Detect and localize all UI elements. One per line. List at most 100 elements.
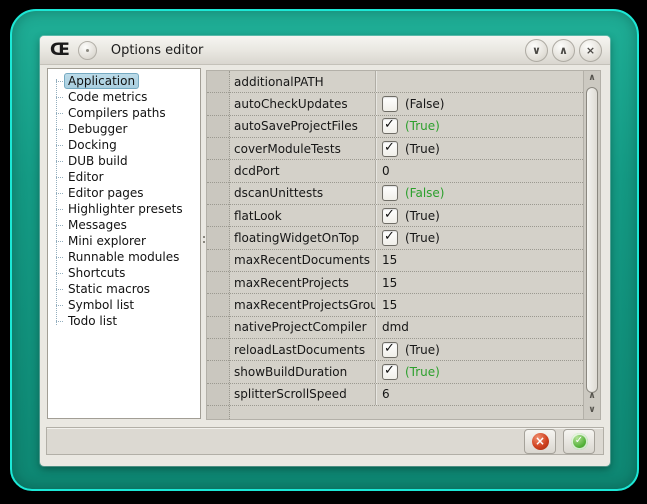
sidebar-item[interactable]: Runnable modules [48, 249, 200, 265]
property-value-text: 15 [382, 276, 397, 290]
property-row[interactable]: maxRecentDocuments 15 [207, 250, 583, 272]
sidebar-item[interactable]: Docking [48, 137, 200, 153]
scrollbar-thumb[interactable] [586, 87, 598, 393]
property-name: maxRecentDocuments [230, 253, 375, 267]
sidebar-item-label: Compilers paths [65, 106, 169, 120]
property-grid: additionalPATH autoCheckUpdates (False) … [206, 70, 601, 420]
sidebar-item[interactable]: Highlighter presets [48, 201, 200, 217]
checkbox[interactable] [382, 208, 398, 224]
checkbox[interactable] [382, 185, 398, 201]
property-row[interactable]: coverModuleTests (True) [207, 138, 583, 160]
property-value-text: 6 [382, 387, 390, 401]
options-editor-window: Œ Options editor ∨ ∧ × Application Code … [40, 36, 610, 466]
ok-button[interactable]: ✓ [563, 429, 595, 454]
property-value-text: 15 [382, 253, 397, 267]
checkbox[interactable] [382, 342, 398, 358]
sidebar-item[interactable]: Todo list [48, 313, 200, 329]
property-row[interactable]: autoSaveProjectFiles (True) [207, 116, 583, 138]
scroll-up-button[interactable]: ∧ [584, 71, 600, 85]
checkbox[interactable] [382, 230, 398, 246]
scrollbar-bottom-buttons: ∧ ∨ [584, 389, 600, 417]
property-value: (False) [376, 96, 583, 112]
property-row[interactable]: dcdPort 0 [207, 160, 583, 182]
property-name: floatingWidgetOnTop [230, 231, 375, 245]
property-name: additionalPATH [230, 75, 375, 89]
property-rows: additionalPATH autoCheckUpdates (False) … [207, 71, 583, 406]
property-row[interactable]: splitterScrollSpeed 6 [207, 384, 583, 406]
sidebar-item[interactable]: DUB build [48, 153, 200, 169]
property-value-text: (False) [405, 97, 445, 111]
property-name: maxRecentProjectsGrou [230, 298, 375, 312]
sidebar-item[interactable]: Application [48, 73, 200, 89]
property-value: 6 [376, 387, 583, 401]
sidebar-item[interactable]: Mini explorer [48, 233, 200, 249]
sidebar-item[interactable]: Debugger [48, 121, 200, 137]
property-row[interactable]: autoCheckUpdates (False) [207, 93, 583, 115]
sidebar-item-label: DUB build [65, 154, 131, 168]
property-row[interactable]: maxRecentProjects 15 [207, 272, 583, 294]
scroll-down-button[interactable]: ∨ [584, 403, 600, 417]
sidebar-item[interactable]: Code metrics [48, 89, 200, 105]
property-row[interactable]: nativeProjectCompiler dmd [207, 317, 583, 339]
property-value: dmd [376, 320, 583, 334]
property-value-text: (True) [405, 209, 440, 223]
sidebar-list: Application Code metrics Compilers paths… [48, 73, 200, 329]
sidebar-item[interactable]: Static macros [48, 281, 200, 297]
property-name: dcdPort [230, 164, 375, 178]
sidebar-item[interactable]: Compilers paths [48, 105, 200, 121]
property-row[interactable]: additionalPATH [207, 71, 583, 93]
property-name: autoCheckUpdates [230, 97, 375, 111]
property-row[interactable]: showBuildDuration (True) [207, 361, 583, 383]
sidebar-item[interactable]: Shortcuts [48, 265, 200, 281]
property-value: (True) [376, 141, 583, 157]
property-value-text: (True) [405, 365, 440, 379]
property-row[interactable]: reloadLastDocuments (True) [207, 339, 583, 361]
property-value-text: 15 [382, 298, 397, 312]
sidebar-item-label: Application [64, 73, 139, 89]
sidebar-item-label: Runnable modules [65, 250, 182, 264]
property-row[interactable]: flatLook (True) [207, 205, 583, 227]
maximize-button[interactable]: ∧ [552, 39, 575, 62]
checkbox[interactable] [382, 364, 398, 380]
minimize-button[interactable]: ∨ [525, 39, 548, 62]
chevron-down-icon: ∨ [532, 45, 541, 56]
vertical-scrollbar[interactable]: ∧ ∧ ∨ [583, 71, 600, 419]
property-value: (True) [376, 208, 583, 224]
property-row[interactable]: dscanUnittests (False) [207, 183, 583, 205]
checkbox[interactable] [382, 96, 398, 112]
sidebar-item-label: Code metrics [65, 90, 150, 104]
ok-icon: ✓ [571, 433, 588, 450]
property-value-text: (True) [405, 119, 440, 133]
property-row[interactable]: maxRecentProjectsGrou 15 [207, 294, 583, 316]
checkbox[interactable] [382, 118, 398, 134]
sidebar-item-label: Mini explorer [65, 234, 149, 248]
chevron-up-icon: ∧ [559, 45, 568, 56]
titlebar: Œ Options editor ∨ ∧ × [40, 36, 610, 65]
property-value: (False) [376, 185, 583, 201]
property-name: maxRecentProjects [230, 276, 375, 290]
sidebar-item[interactable]: Messages [48, 217, 200, 233]
property-name: splitterScrollSpeed [230, 387, 375, 401]
property-row[interactable]: floatingWidgetOnTop (True) [207, 227, 583, 249]
cancel-button[interactable]: × [524, 429, 556, 454]
sidebar-item-label: Messages [65, 218, 130, 232]
sidebar-item[interactable]: Editor pages [48, 185, 200, 201]
checkbox[interactable] [382, 141, 398, 157]
sidebar-item-label: Docking [65, 138, 120, 152]
sidebar-item-label: Todo list [65, 314, 120, 328]
sidebar-item[interactable]: Editor [48, 169, 200, 185]
property-value: (True) [376, 364, 583, 380]
window-menu-button[interactable] [78, 41, 97, 60]
close-button[interactable]: × [579, 39, 602, 62]
property-value-text: 0 [382, 164, 390, 178]
property-value-text: (True) [405, 343, 440, 357]
property-value: 0 [376, 164, 583, 178]
app-logo-icon: Œ [50, 42, 69, 59]
scroll-up-button-bottom[interactable]: ∧ [584, 389, 600, 403]
property-name: reloadLastDocuments [230, 343, 375, 357]
sidebar-item[interactable]: Symbol list [48, 297, 200, 313]
property-value-text: (False) [405, 186, 445, 200]
close-icon: × [586, 45, 595, 56]
property-name: dscanUnittests [230, 186, 375, 200]
sidebar-item-label: Editor [65, 170, 107, 184]
